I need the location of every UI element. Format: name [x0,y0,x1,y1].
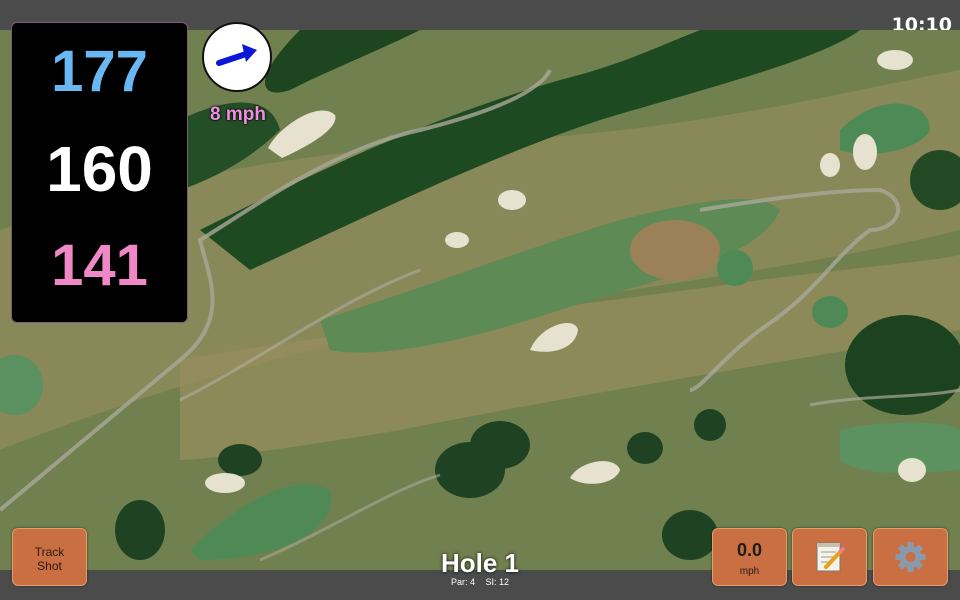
notes-button[interactable] [792,528,867,586]
wind-speed: 8 mph [210,104,266,125]
distance-back: 177 [51,39,148,104]
distance-panel: 177 160 141 [11,22,188,323]
track-shot-button[interactable]: Track Shot [12,528,87,586]
track-shot-label: Track Shot [34,545,65,573]
hole-meta: Par: 4 SI: 12 [380,577,580,587]
gear-icon [895,542,926,572]
distance-middle: 160 [46,133,153,205]
speed-button[interactable]: 0.0 mph [712,528,787,586]
wind-indicator [202,22,272,92]
notepad-icon [816,542,845,572]
hole-title: Hole 1 [440,548,520,578]
distance-front: 141 [51,233,148,298]
settings-button[interactable] [873,528,948,586]
arrow-icon [216,44,257,66]
hole-par: Par: 4 [450,577,475,587]
speed-value: 0.0 [736,540,763,560]
hole-stroke-index: SI: 12 [485,577,510,587]
speed-unit: mph [739,566,760,577]
